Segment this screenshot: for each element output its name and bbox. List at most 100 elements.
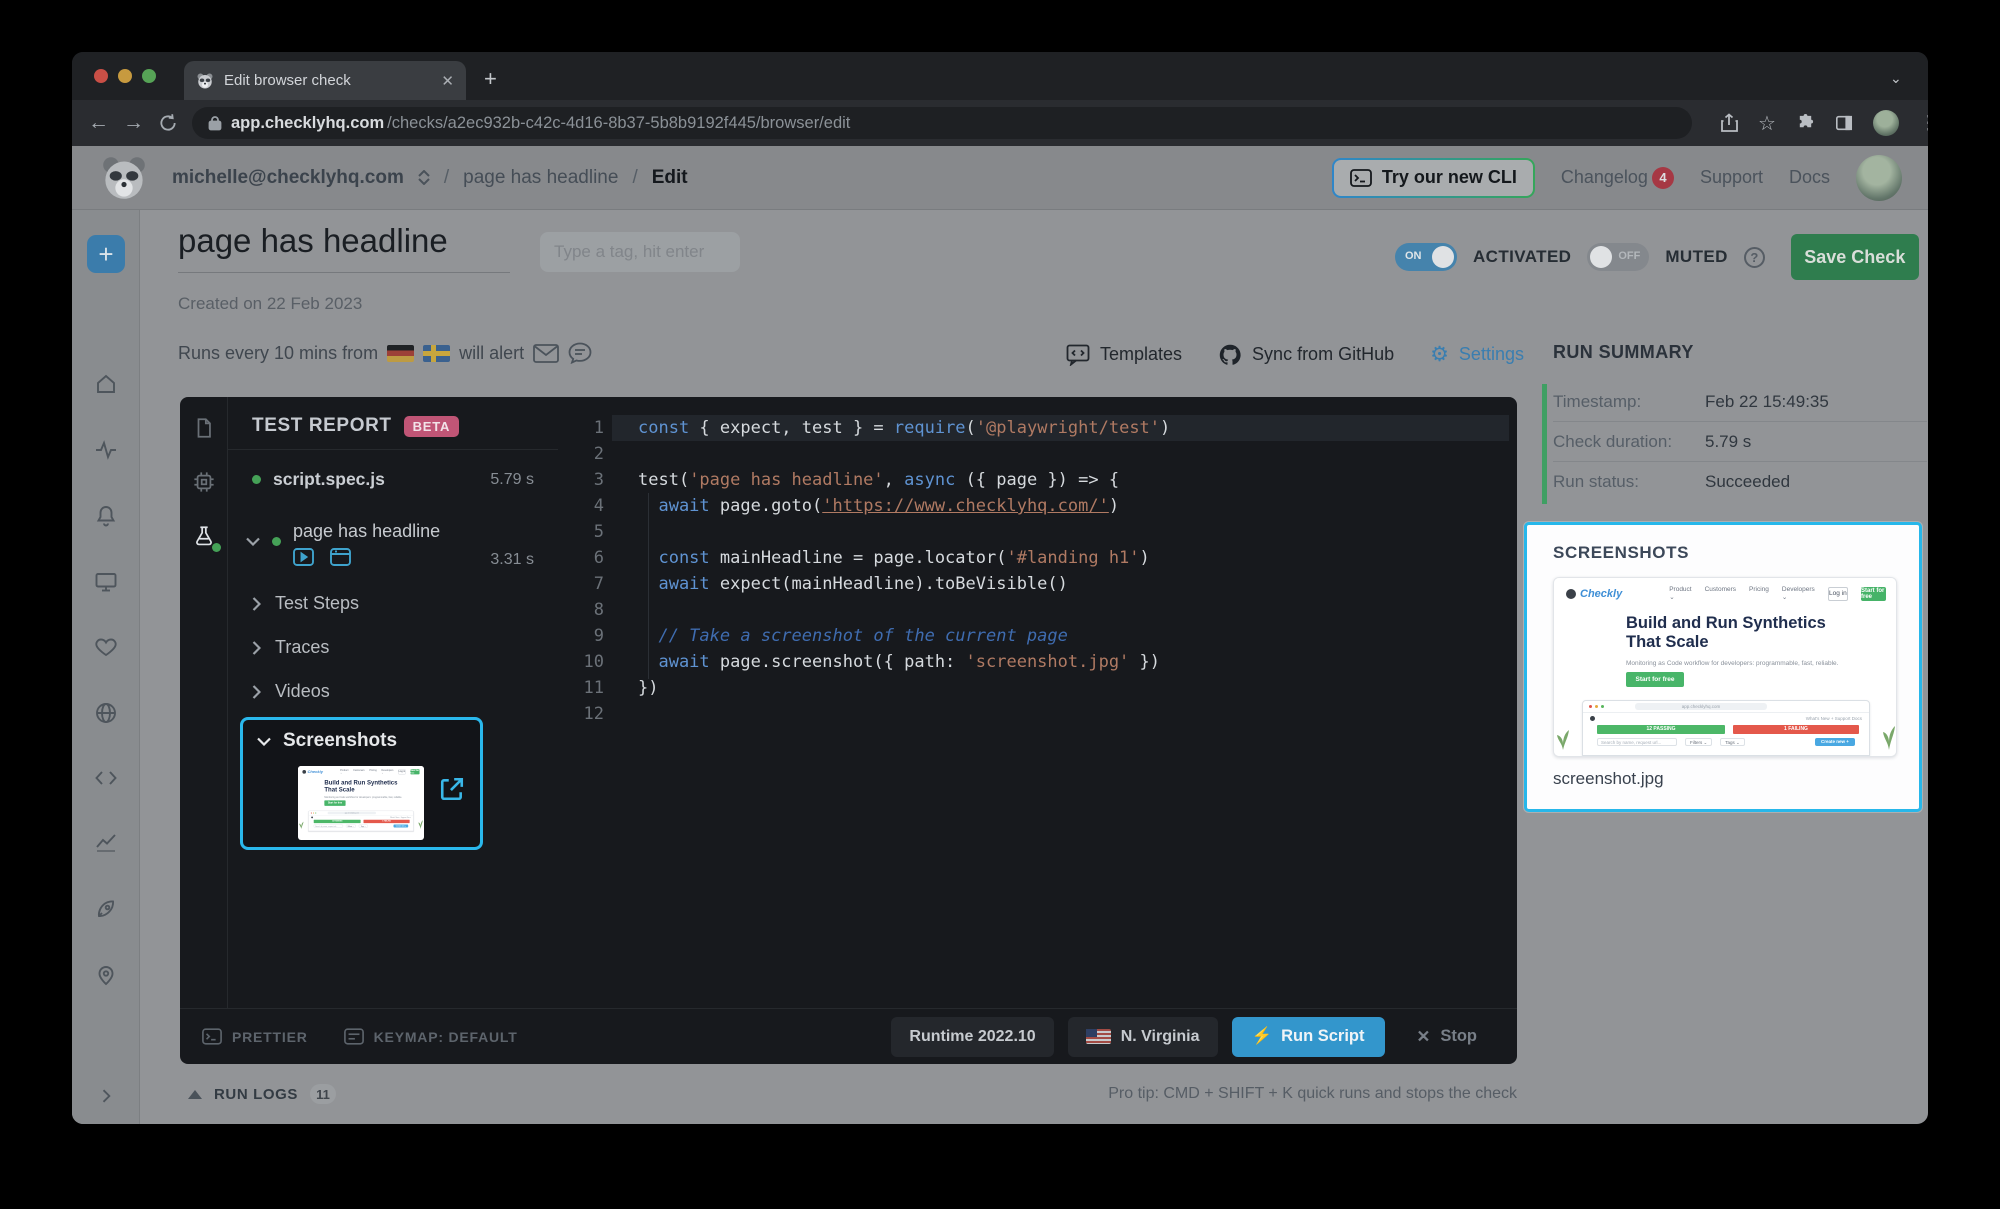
beta-badge: BETA — [404, 416, 460, 437]
code-line[interactable]: 5 — [558, 519, 1517, 545]
runtime-selector[interactable]: Runtime 2022.10 — [891, 1017, 1053, 1057]
run-logs-toggle[interactable]: RUN LOGS 11 — [188, 1084, 336, 1104]
screenshot-thumbnail-large[interactable]: Checkly Product ⌄CustomersPricingDevelop… — [1553, 577, 1897, 757]
spec-file-row[interactable]: script.spec.js 5.79 s — [252, 469, 534, 490]
muted-help-icon[interactable]: ? — [1744, 247, 1765, 268]
close-window-button[interactable] — [94, 69, 108, 83]
mini-screenshot-page: Checkly Product ⌄CustomersPricingDevelop… — [298, 766, 424, 831]
forward-icon[interactable]: → — [123, 111, 144, 135]
plant-decoration-icon — [418, 819, 423, 829]
tab-close-icon[interactable]: ✕ — [441, 72, 454, 90]
support-link[interactable]: Support — [1700, 167, 1763, 188]
tree-item-screenshots-highlighted[interactable]: Screenshots Checkly Product ⌄CustomersPr… — [240, 717, 483, 850]
code-line[interactable]: 11}) — [558, 675, 1517, 701]
rail-status-dot — [212, 543, 221, 552]
browser-menu-icon[interactable]: ⋮ — [1919, 112, 1928, 135]
code-line[interactable]: 9 // Take a screenshot of the current pa… — [558, 623, 1517, 649]
app-sidebar: + — [72, 210, 140, 1124]
settings-button[interactable]: ⚙ Settings — [1430, 342, 1524, 367]
sidebar-home-icon[interactable] — [94, 372, 118, 396]
muted-toggle[interactable]: OFF — [1587, 243, 1649, 271]
prettier-status[interactable]: PRETTIER — [202, 1028, 308, 1045]
code-line[interactable]: 1const { expect, test } = require('@play… — [558, 415, 1517, 441]
templates-icon — [1066, 344, 1090, 366]
side-panel-icon[interactable] — [1835, 114, 1853, 132]
status-dot-passed — [252, 475, 261, 484]
account-switcher[interactable]: michelle@checklyhq.com — [172, 167, 404, 189]
code-line[interactable]: 4 await page.goto('https://www.checklyhq… — [558, 493, 1517, 519]
chevron-down-icon[interactable] — [246, 537, 260, 546]
tree-item-traces[interactable]: Traces — [252, 637, 534, 658]
sidebar-locations-pin-icon[interactable] — [94, 963, 118, 987]
rail-dependencies-chip-icon[interactable] — [193, 471, 215, 493]
sidebar-quickstart-rocket-icon[interactable] — [94, 897, 118, 921]
trace-window-icon[interactable] — [330, 548, 351, 566]
sidebar-maintenance-icon[interactable] — [94, 635, 118, 659]
open-external-icon[interactable] — [439, 776, 465, 802]
browser-tab[interactable]: Edit browser check ✕ — [184, 61, 466, 100]
tab-title: Edit browser check — [224, 72, 431, 89]
mini-login-button: Log in — [1828, 587, 1848, 601]
reload-icon[interactable] — [158, 113, 178, 133]
create-new-button[interactable]: + — [87, 235, 125, 273]
tree-item-test-steps[interactable]: Test Steps — [252, 593, 534, 614]
keymap-status[interactable]: KEYMAP: DEFAULT — [344, 1028, 518, 1045]
code-editor[interactable]: 1const { expect, test } = require('@play… — [558, 397, 1517, 1008]
window-controls[interactable] — [94, 69, 156, 83]
breadcrumb-check-name[interactable]: page has headline — [463, 167, 618, 189]
run-script-button[interactable]: ⚡ Run Script — [1232, 1017, 1385, 1057]
sidebar-alerts-bell-icon[interactable] — [94, 504, 118, 528]
bookmark-star-icon[interactable]: ☆ — [1758, 111, 1776, 136]
chevron-right-icon — [252, 597, 261, 611]
sidebar-analytics-chart-icon[interactable] — [94, 830, 118, 854]
try-cli-button[interactable]: Try our new CLI — [1332, 158, 1535, 198]
tag-input[interactable] — [540, 232, 740, 272]
rail-test-report-flask-icon[interactable] — [193, 525, 215, 547]
video-icon[interactable] — [293, 548, 314, 566]
check-name-input[interactable]: page has headline — [178, 222, 510, 273]
test-case-row[interactable]: page has headline 3.31 s — [246, 521, 534, 569]
code-line[interactable]: 3test('page has headline', async ({ page… — [558, 467, 1517, 493]
region-selector[interactable]: N. Virginia — [1068, 1017, 1218, 1057]
browser-window: Edit browser check ✕ + ⌄ ← → app.checkly… — [72, 52, 1928, 1124]
breadcrumb-separator: / — [444, 167, 449, 189]
mini-nav: Product ⌄CustomersPricingDevelopers ⌄ — [1669, 586, 1815, 601]
templates-button[interactable]: Templates — [1066, 344, 1182, 366]
extensions-puzzle-icon[interactable] — [1796, 114, 1815, 133]
code-line[interactable]: 2 — [558, 441, 1517, 467]
run-logs-count-badge: 11 — [310, 1084, 336, 1104]
code-line[interactable]: 7 await expect(mainHeadline).toBeVisible… — [558, 571, 1517, 597]
new-tab-button[interactable]: + — [484, 68, 497, 90]
sidebar-expand-chevron-icon[interactable] — [96, 1086, 116, 1106]
chevron-down-icon[interactable] — [257, 737, 271, 746]
minimize-window-button[interactable] — [118, 69, 132, 83]
stop-button[interactable]: ✕ Stop — [1399, 1017, 1496, 1057]
sync-from-github-button[interactable]: Sync from GitHub — [1218, 343, 1394, 367]
save-check-button[interactable]: Save Check — [1791, 234, 1919, 280]
screenshot-thumbnail-small[interactable]: Checkly Product ⌄CustomersPricingDevelop… — [298, 766, 424, 840]
docs-link[interactable]: Docs — [1789, 167, 1830, 188]
code-line[interactable]: 12 — [558, 701, 1517, 727]
sidebar-activity-icon[interactable] — [94, 438, 118, 462]
sidebar-dashboards-icon[interactable] — [94, 570, 118, 594]
code-line[interactable]: 8 — [558, 597, 1517, 623]
screenshots-panel-highlighted[interactable]: SCREENSHOTS Checkly Product ⌄CustomersPr… — [1524, 522, 1922, 812]
share-icon[interactable] — [1720, 113, 1738, 133]
code-line[interactable]: 10 await page.screenshot({ path: 'screen… — [558, 649, 1517, 675]
browser-profile-avatar[interactable] — [1873, 110, 1899, 136]
address-bar[interactable]: app.checklyhq.com/checks/a2ec932b-c42c-4… — [192, 107, 1692, 139]
sidebar-private-locations-globe-icon[interactable] — [94, 701, 118, 725]
user-avatar[interactable] — [1856, 155, 1902, 201]
chevron-right-icon — [252, 685, 261, 699]
checkly-logo-raccoon-icon[interactable] — [98, 154, 150, 202]
account-chevron-updown-icon[interactable] — [418, 170, 430, 185]
activated-toggle[interactable]: ON — [1395, 243, 1457, 271]
tree-item-videos[interactable]: Videos — [252, 681, 534, 702]
tab-search-chevron-icon[interactable]: ⌄ — [1890, 70, 1902, 87]
zoom-window-button[interactable] — [142, 69, 156, 83]
code-line[interactable]: 6 const mainHeadline = page.locator('#la… — [558, 545, 1517, 571]
sidebar-api-code-icon[interactable] — [94, 766, 118, 790]
changelog-link[interactable]: Changelog — [1561, 167, 1648, 188]
rail-file-icon[interactable] — [193, 417, 215, 439]
back-icon[interactable]: ← — [88, 111, 109, 135]
